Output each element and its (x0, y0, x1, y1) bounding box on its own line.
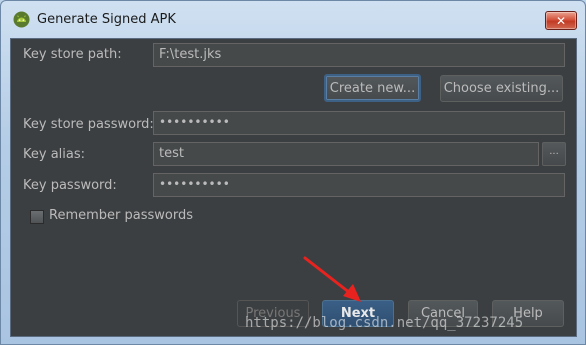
window-title: Generate Signed APK (37, 12, 176, 27)
choose-existing-label: Choose existing... (443, 81, 560, 96)
choose-existing-button[interactable]: Choose existing... (440, 75, 563, 102)
watermark-text: https://blog.csdn.net/qq_37237245 (245, 315, 524, 331)
ellipsis-icon: ... (549, 146, 559, 157)
key-store-path-field[interactable]: F:\test.jks (153, 43, 565, 67)
dialog-content: Key store path: F:\test.jks Create new..… (10, 38, 577, 337)
remember-passwords-label[interactable]: Remember passwords (49, 208, 193, 224)
key-password-label: Key password: (23, 178, 117, 193)
key-store-password-label: Key store password: (23, 117, 154, 132)
create-new-label: Create new... (329, 80, 416, 96)
key-alias-field[interactable]: test (153, 142, 539, 166)
close-icon: ✕ (555, 13, 567, 28)
key-store-password-field[interactable]: •••••••••• (153, 111, 565, 135)
key-alias-browse-button[interactable]: ... (542, 142, 566, 166)
key-alias-label: Key alias: (23, 147, 86, 162)
android-icon (13, 11, 30, 28)
create-new-button[interactable]: Create new... (324, 74, 421, 102)
close-button[interactable]: ✕ (545, 11, 577, 30)
dialog-window: Generate Signed APK ✕ Key store path: F:… (0, 0, 586, 345)
key-password-field[interactable]: •••••••••• (153, 173, 565, 197)
title-bar[interactable]: Generate Signed APK ✕ (1, 1, 585, 39)
key-store-path-label: Key store path: (23, 47, 122, 62)
remember-passwords-checkbox[interactable] (30, 210, 44, 224)
